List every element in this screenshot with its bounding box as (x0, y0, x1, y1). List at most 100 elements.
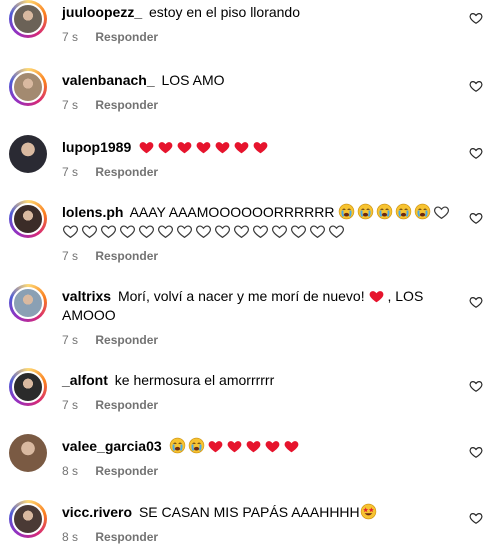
heart-outline-icon[interactable] (469, 11, 483, 25)
red-heart-icon (196, 142, 211, 154)
heart-outline-icon[interactable] (469, 211, 483, 225)
reply-button[interactable]: Responder (95, 98, 158, 112)
reply-button[interactable]: Responder (95, 464, 158, 478)
comment-username[interactable]: lolens.ph (62, 204, 123, 220)
avatar[interactable] (9, 200, 47, 238)
red-heart-icon (208, 441, 222, 453)
crying-face-icon (358, 203, 374, 220)
red-heart-icon (284, 441, 298, 453)
avatar-image (12, 503, 44, 535)
white-heart-icon (177, 225, 192, 238)
red-heart-icon (370, 291, 384, 303)
avatar-image (12, 3, 44, 35)
comment-time: 7 s (62, 165, 79, 179)
white-heart-icon (234, 225, 249, 238)
comment-text-line: lolens.ph AAAY AAAMOOOOOORRRRRR (62, 203, 464, 241)
comment-text: ke hermosura el amorrrrrr (114, 372, 275, 388)
crying-face-icon (169, 437, 185, 454)
reply-button[interactable]: Responder (95, 398, 158, 412)
comment-text-line: valee_garcia03 (62, 437, 464, 456)
comment-text: Morí, volví a nacer y me morí de nuevo! (117, 288, 365, 304)
white-heart-icon (253, 225, 268, 238)
red-heart-icon (177, 142, 192, 154)
avatar[interactable] (9, 68, 47, 106)
white-heart-icon (158, 225, 173, 238)
red-heart-icon (215, 142, 230, 154)
white-heart-icon (291, 225, 306, 238)
avatar-image (9, 434, 47, 472)
comment-username[interactable]: juuloopezz_ (62, 4, 142, 20)
white-heart-icon (434, 206, 450, 219)
heart-outline-icon[interactable] (469, 146, 483, 160)
star-struck-face-icon (360, 503, 376, 520)
comment-meta: 7 s Responder (62, 398, 464, 412)
heart-outline-icon[interactable] (469, 511, 483, 525)
comment-time: 7 s (62, 30, 79, 44)
white-heart-icon (63, 225, 78, 238)
comment-time: 7 s (62, 98, 79, 112)
avatar-image (12, 287, 44, 319)
avatar[interactable] (9, 0, 47, 38)
reply-button[interactable]: Responder (95, 30, 158, 44)
white-heart-icon (310, 225, 325, 238)
comment-username[interactable]: _alfont (62, 372, 108, 388)
comment-username[interactable]: valee_garcia03 (62, 438, 162, 454)
white-heart-icon (196, 225, 211, 238)
avatar[interactable] (9, 500, 47, 538)
heart-outline-icon[interactable] (469, 379, 483, 393)
red-heart-icon (227, 441, 241, 453)
white-heart-icon (82, 225, 97, 238)
comment-meta: 7 s Responder (62, 98, 464, 112)
white-heart-icon (215, 225, 230, 238)
reply-button[interactable]: Responder (95, 249, 158, 263)
crying-face-icon (415, 203, 431, 220)
comment-meta: 7 s Responder (62, 249, 464, 263)
reply-button[interactable]: Responder (95, 530, 158, 544)
crying-face-icon (396, 203, 412, 220)
emoji-run (368, 288, 387, 304)
comment-meta: 7 s Responder (62, 165, 464, 179)
comment-username[interactable]: valenbanach_ (62, 72, 155, 88)
avatar[interactable] (9, 434, 47, 472)
comment-text-line: valtrixs Morí, volví a nacer y me morí d… (62, 287, 464, 325)
comment-meta: 7 s Responder (62, 30, 464, 44)
reply-button[interactable]: Responder (95, 333, 158, 347)
crying-face-icon (339, 203, 355, 220)
comment-meta: 8 s Responder (62, 464, 464, 478)
red-heart-icon (158, 142, 173, 154)
comment-username[interactable]: vicc.rivero (62, 504, 132, 520)
white-heart-icon (272, 225, 287, 238)
comment-username[interactable]: valtrixs (62, 288, 111, 304)
comment-text-line: _alfont ke hermosura el amorrrrrr (62, 371, 464, 390)
white-heart-icon (120, 225, 135, 238)
comment-text-line: vicc.rivero SE CASAN MIS PAPÁS AAAHHHH (62, 503, 464, 522)
heart-outline-icon[interactable] (469, 79, 483, 93)
crying-face-icon (377, 203, 393, 220)
comment-text: AAAY AAAMOOOOOORRRRRR (129, 204, 335, 220)
white-heart-icon (329, 225, 344, 238)
comment-username[interactable]: lupop1989 (62, 139, 131, 155)
heart-outline-icon[interactable] (469, 445, 483, 459)
avatar[interactable] (9, 284, 47, 322)
red-heart-icon (139, 142, 154, 154)
avatar-image (9, 135, 47, 173)
white-heart-icon (139, 225, 154, 238)
comment-time: 8 s (62, 464, 79, 478)
white-heart-icon (101, 225, 116, 238)
emoji-run (169, 437, 302, 454)
comment-meta: 8 s Responder (62, 530, 464, 544)
comment-text: SE CASAN MIS PAPÁS AAAHHHH (138, 504, 360, 520)
red-heart-icon (234, 142, 249, 154)
emoji-run (138, 139, 271, 155)
avatar[interactable] (9, 135, 47, 173)
heart-outline-icon[interactable] (469, 295, 483, 309)
avatar[interactable] (9, 368, 47, 406)
reply-button[interactable]: Responder (95, 165, 158, 179)
comment-text-line: lupop1989 (62, 138, 464, 157)
comment-text-line: valenbanach_ LOS AMO (62, 71, 464, 90)
comment-time: 7 s (62, 333, 79, 347)
emoji-run (360, 503, 379, 520)
comment-text: LOS AMO (161, 72, 225, 88)
crying-face-icon (188, 437, 204, 454)
comment-time: 8 s (62, 530, 79, 544)
